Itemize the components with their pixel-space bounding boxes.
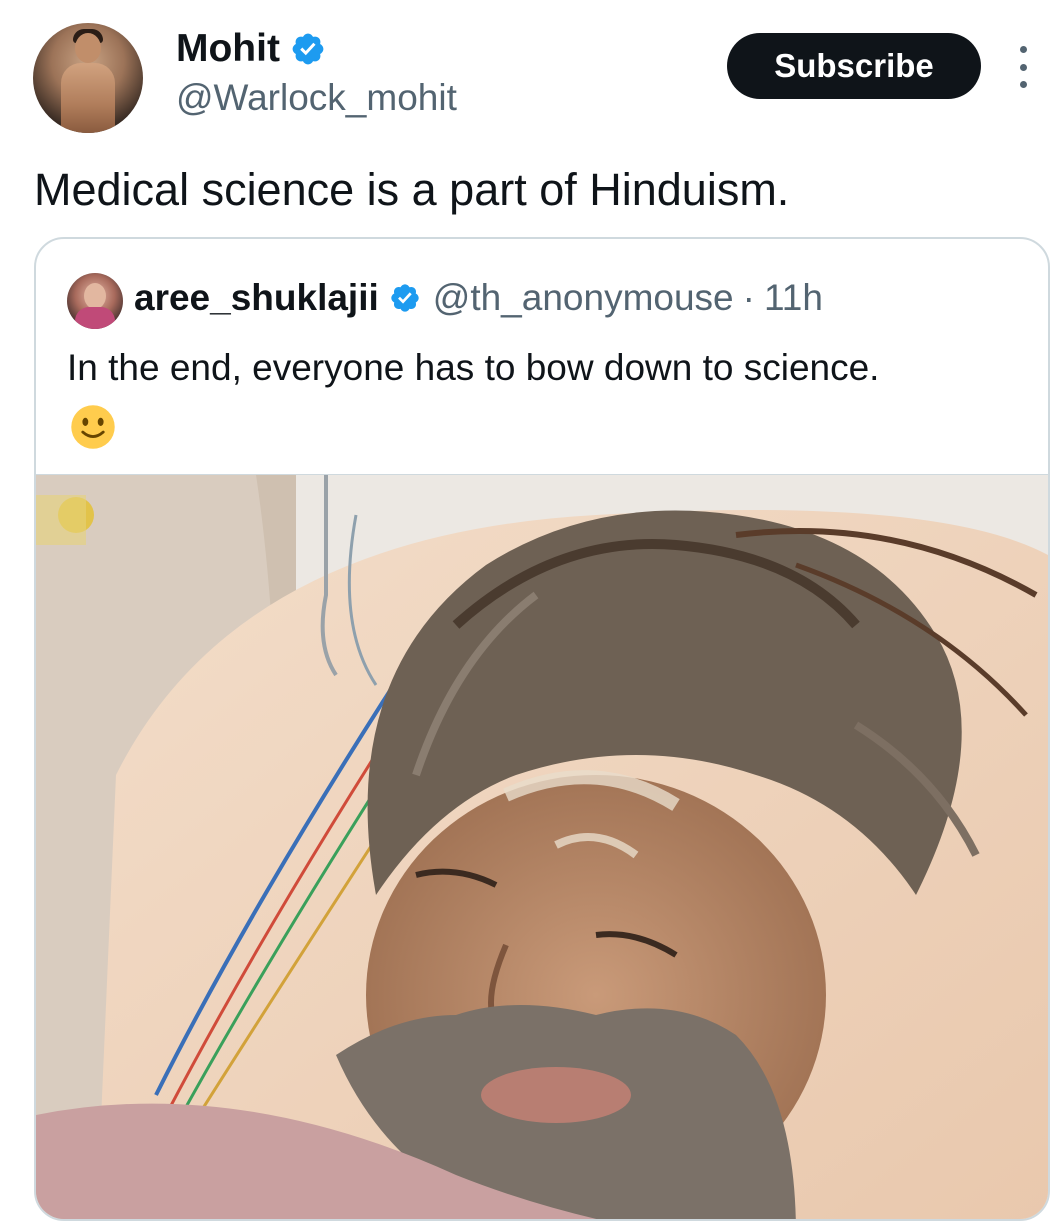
quoted-tweet-timestamp[interactable]: 11h <box>764 275 823 321</box>
avatar-face <box>84 283 106 309</box>
subscribe-button[interactable]: Subscribe <box>727 33 981 99</box>
more-dot <box>1019 46 1027 53</box>
quoted-tweet-text: In the end, everyone has to bow down to … <box>67 347 880 388</box>
quoted-author-handle[interactable]: @th_anonymouse <box>433 275 734 321</box>
photo-illustration <box>36 475 1048 1219</box>
quoted-tweet-card[interactable]: aree_shuklajii @th_anonymouse · 11h In t… <box>34 237 1050 1221</box>
author-handle[interactable]: @Warlock_mohit <box>176 76 457 120</box>
quoted-tweet-photo[interactable] <box>36 474 1048 1219</box>
more-dot <box>1019 63 1027 71</box>
tweet-text: Medical science is a part of Hinduism. <box>34 164 790 215</box>
more-dot <box>1019 81 1027 88</box>
avatar-torso <box>61 63 115 133</box>
author-avatar[interactable] <box>33 23 143 133</box>
author-display-name[interactable]: Mohit <box>176 26 280 72</box>
more-vertical-icon[interactable] <box>1011 46 1035 88</box>
avatar-head <box>75 33 101 63</box>
quoted-author-display-name[interactable]: aree_shuklajii <box>134 275 379 321</box>
separator-dot: · <box>742 277 755 318</box>
verified-badge-icon <box>391 284 419 312</box>
verified-badge-icon <box>292 33 324 65</box>
avatar-body <box>75 307 115 329</box>
author-display-name-row[interactable]: Mohit <box>176 26 326 72</box>
slightly-smiling-face-icon <box>71 405 115 449</box>
quoted-tweet-header: aree_shuklajii @th_anonymouse · 11h <box>134 275 823 321</box>
quoted-author-avatar[interactable] <box>67 273 123 329</box>
